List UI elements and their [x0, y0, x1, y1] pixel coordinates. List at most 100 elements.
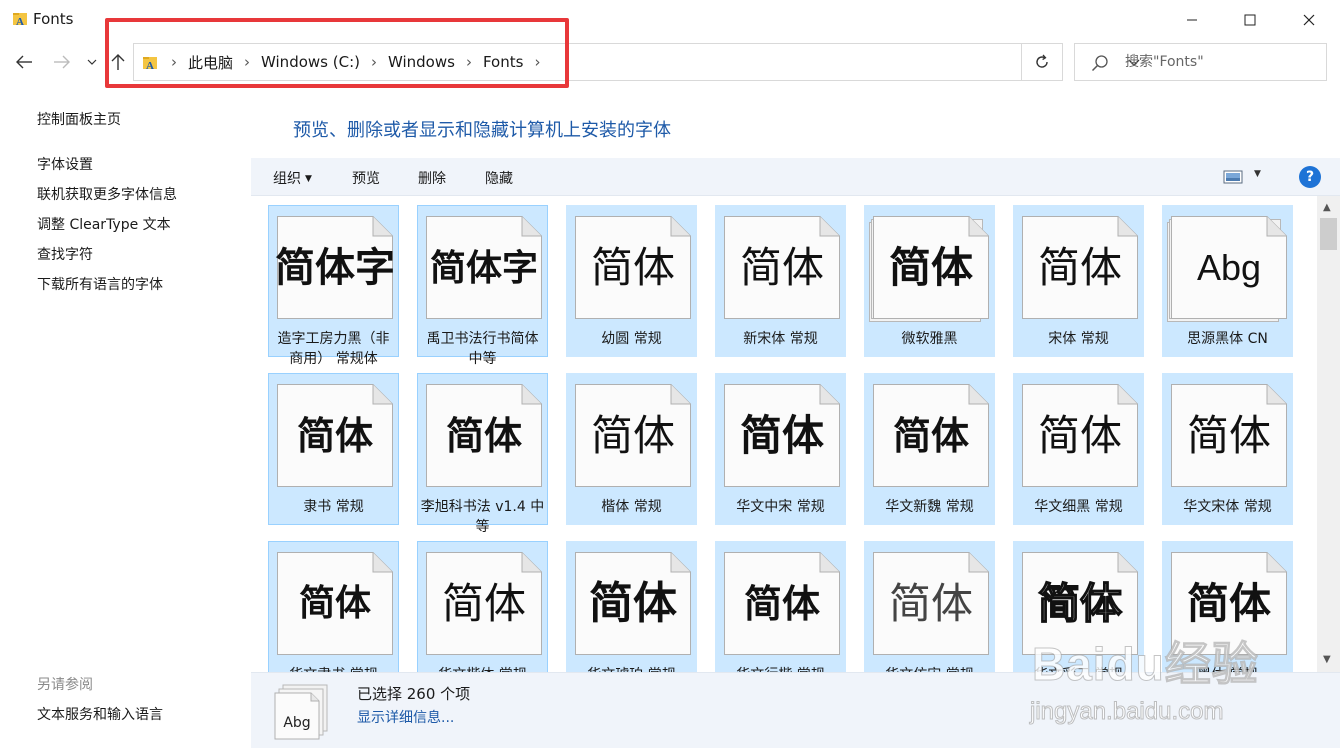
- font-tile[interactable]: 简体华文隶书 常规: [268, 541, 399, 672]
- window-title: Fonts: [33, 10, 74, 28]
- font-name-label: 幼圆 常规: [601, 331, 662, 347]
- font-file-icon: 简体: [1022, 552, 1138, 655]
- preview-button[interactable]: 预览: [352, 168, 380, 188]
- hide-button[interactable]: 隐藏: [485, 168, 513, 188]
- font-sample-text: 简体: [1037, 578, 1123, 628]
- refresh-button[interactable]: [1021, 43, 1063, 81]
- font-tile[interactable]: 简体 新宋体 常规: [715, 205, 846, 357]
- font-sample-text: 简体: [445, 412, 522, 458]
- search-icon: [1091, 55, 1108, 72]
- font-tile[interactable]: 简体 华文新魏 常规: [864, 373, 995, 525]
- font-stack-icon: Abg: [274, 684, 328, 740]
- font-file-icon: 简体: [277, 384, 393, 487]
- sidebar-link-font-settings[interactable]: 字体设置: [37, 154, 93, 174]
- address-bar[interactable]: A › 此电脑 › Windows (C:) › Windows › Fonts…: [133, 43, 1140, 81]
- font-tile[interactable]: 简体 隶书 常规: [268, 373, 399, 525]
- maximize-icon: [1244, 14, 1256, 26]
- font-tile[interactable]: 简体 华文宋体 常规: [1162, 373, 1293, 525]
- help-icon[interactable]: ?: [1299, 166, 1321, 188]
- font-tile[interactable]: 简体字 造字工房力黑（非商用） 常规体: [268, 205, 399, 367]
- arrow-right-icon: [54, 55, 70, 69]
- minimize-button[interactable]: [1163, 0, 1221, 40]
- view-options-icon[interactable]: [1223, 169, 1243, 185]
- chevron-right-icon[interactable]: ›: [237, 53, 257, 71]
- delete-button[interactable]: 删除: [418, 168, 446, 188]
- search-input[interactable]: [1125, 52, 1315, 72]
- command-bar: 组织 ▼ 预览 删除 隐藏 ▼ ?: [251, 158, 1340, 196]
- scrollbar-thumb[interactable]: [1320, 218, 1337, 250]
- scroll-down-icon[interactable]: ▼: [1323, 654, 1331, 665]
- font-file-icon: 简体: [724, 552, 840, 655]
- font-sample-text: 简体: [296, 413, 373, 458]
- font-tile[interactable]: 简体 微软雅黑: [864, 205, 995, 357]
- font-file-icon: 简体: [873, 384, 989, 487]
- breadcrumb-this-pc[interactable]: 此电脑: [184, 52, 237, 73]
- vertical-scrollbar[interactable]: ▲ ▼: [1317, 196, 1340, 672]
- show-details-link[interactable]: 显示详细信息...: [357, 707, 454, 727]
- font-tile[interactable]: 简体 宋体 常规: [1013, 205, 1144, 357]
- sidebar-link-control-panel-home[interactable]: 控制面板主页: [37, 109, 121, 129]
- font-sample-text: 简体: [589, 577, 677, 629]
- font-tile[interactable]: Abg 思源黑体 CN: [1162, 205, 1293, 357]
- sidebar-link-adjust-cleartype[interactable]: 调整 ClearType 文本: [37, 214, 171, 234]
- chevron-right-icon[interactable]: ›: [527, 53, 547, 71]
- font-tile[interactable]: 简体华文行楷 常规: [715, 541, 846, 672]
- font-file-icon: 简体: [575, 384, 691, 487]
- font-tile[interactable]: 简体 华文中宋 常规: [715, 373, 846, 525]
- font-name-label: 李旭科书法 v1.4 中等: [420, 499, 545, 535]
- font-sample-text: 简体: [590, 410, 675, 460]
- sidebar: 控制面板主页 字体设置 联机获取更多字体信息 调整 ClearType 文本 查…: [0, 100, 250, 748]
- breadcrumb-windows[interactable]: Windows: [384, 53, 459, 71]
- folder-fonts-icon: A: [13, 13, 27, 27]
- font-tile[interactable]: 简体 楷体 常规: [566, 373, 697, 525]
- font-sample-text: 简体: [888, 578, 973, 628]
- chevron-right-icon[interactable]: ›: [364, 53, 384, 71]
- font-name-label: 黑体 常规: [1165, 665, 1290, 672]
- font-file-icon: 简体: [1022, 216, 1138, 319]
- font-sample-text: 简体: [1186, 410, 1271, 460]
- breadcrumb-fonts[interactable]: Fonts: [479, 53, 527, 71]
- font-tile[interactable]: 简体 幼圆 常规: [566, 205, 697, 357]
- breadcrumb-drive-c[interactable]: Windows (C:): [257, 53, 364, 71]
- maximize-button[interactable]: [1221, 0, 1279, 40]
- forward-button[interactable]: [50, 50, 74, 74]
- font-tile[interactable]: 简体字 禹卫书法行书简体 中等: [417, 205, 548, 367]
- sidebar-link-get-font-info-online[interactable]: 联机获取更多字体信息: [37, 184, 177, 204]
- font-name-label: 宋体 常规: [1048, 331, 1109, 347]
- font-file-icon: 简体: [575, 552, 691, 655]
- scroll-up-icon[interactable]: ▲: [1323, 202, 1331, 213]
- font-tile[interactable]: 简体李旭科书法 v1.4 中等: [417, 373, 548, 535]
- font-sample-text: 简体: [743, 580, 820, 626]
- font-name-label: 禹卫书法行书简体 中等: [426, 331, 539, 367]
- recent-locations-button[interactable]: [83, 50, 101, 74]
- caret-down-icon: ▼: [305, 174, 312, 184]
- font-tile[interactable]: 简体黑体 常规: [1162, 541, 1293, 672]
- folder-fonts-icon: A: [143, 57, 157, 71]
- sidebar-link-download-all-fonts[interactable]: 下载所有语言的字体: [37, 274, 163, 294]
- font-name-label: 造字工房力黑（非商用） 常规体: [277, 331, 390, 367]
- font-tile[interactable]: 简体华文仿宋 常规: [864, 541, 995, 672]
- up-button[interactable]: [106, 50, 130, 74]
- arrow-left-icon: [16, 55, 32, 69]
- chevron-right-icon[interactable]: ›: [459, 53, 479, 71]
- font-file-icon: 简体: [426, 552, 542, 655]
- chevron-down-icon: [87, 59, 97, 65]
- font-tile[interactable]: 简体华文楷体 常规: [417, 541, 548, 672]
- font-file-icon: 简体: [869, 216, 989, 322]
- font-sample-text: 简体: [1037, 410, 1122, 460]
- font-name-label: 华文新魏 常规: [885, 499, 974, 515]
- font-file-icon: 简体: [724, 384, 840, 487]
- close-button[interactable]: [1280, 0, 1338, 40]
- search-box[interactable]: [1074, 43, 1327, 81]
- font-tile[interactable]: 简体华文彩云 常规: [1013, 541, 1144, 672]
- font-tile[interactable]: 简体 华文细黑 常规: [1013, 373, 1144, 525]
- sidebar-link-find-character[interactable]: 查找字符: [37, 244, 93, 264]
- caret-down-icon[interactable]: ▼: [1254, 169, 1261, 179]
- font-name-label: 华文仿宋 常规: [867, 665, 992, 672]
- back-button[interactable]: [12, 50, 36, 74]
- sidebar-link-text-services[interactable]: 文本服务和输入语言: [37, 704, 163, 724]
- font-tile[interactable]: 简体华文琥珀 常规: [566, 541, 697, 672]
- organize-button[interactable]: 组织 ▼: [273, 168, 312, 188]
- chevron-right-icon[interactable]: ›: [164, 53, 184, 71]
- font-name-label: 华文楷体 常规: [420, 665, 545, 672]
